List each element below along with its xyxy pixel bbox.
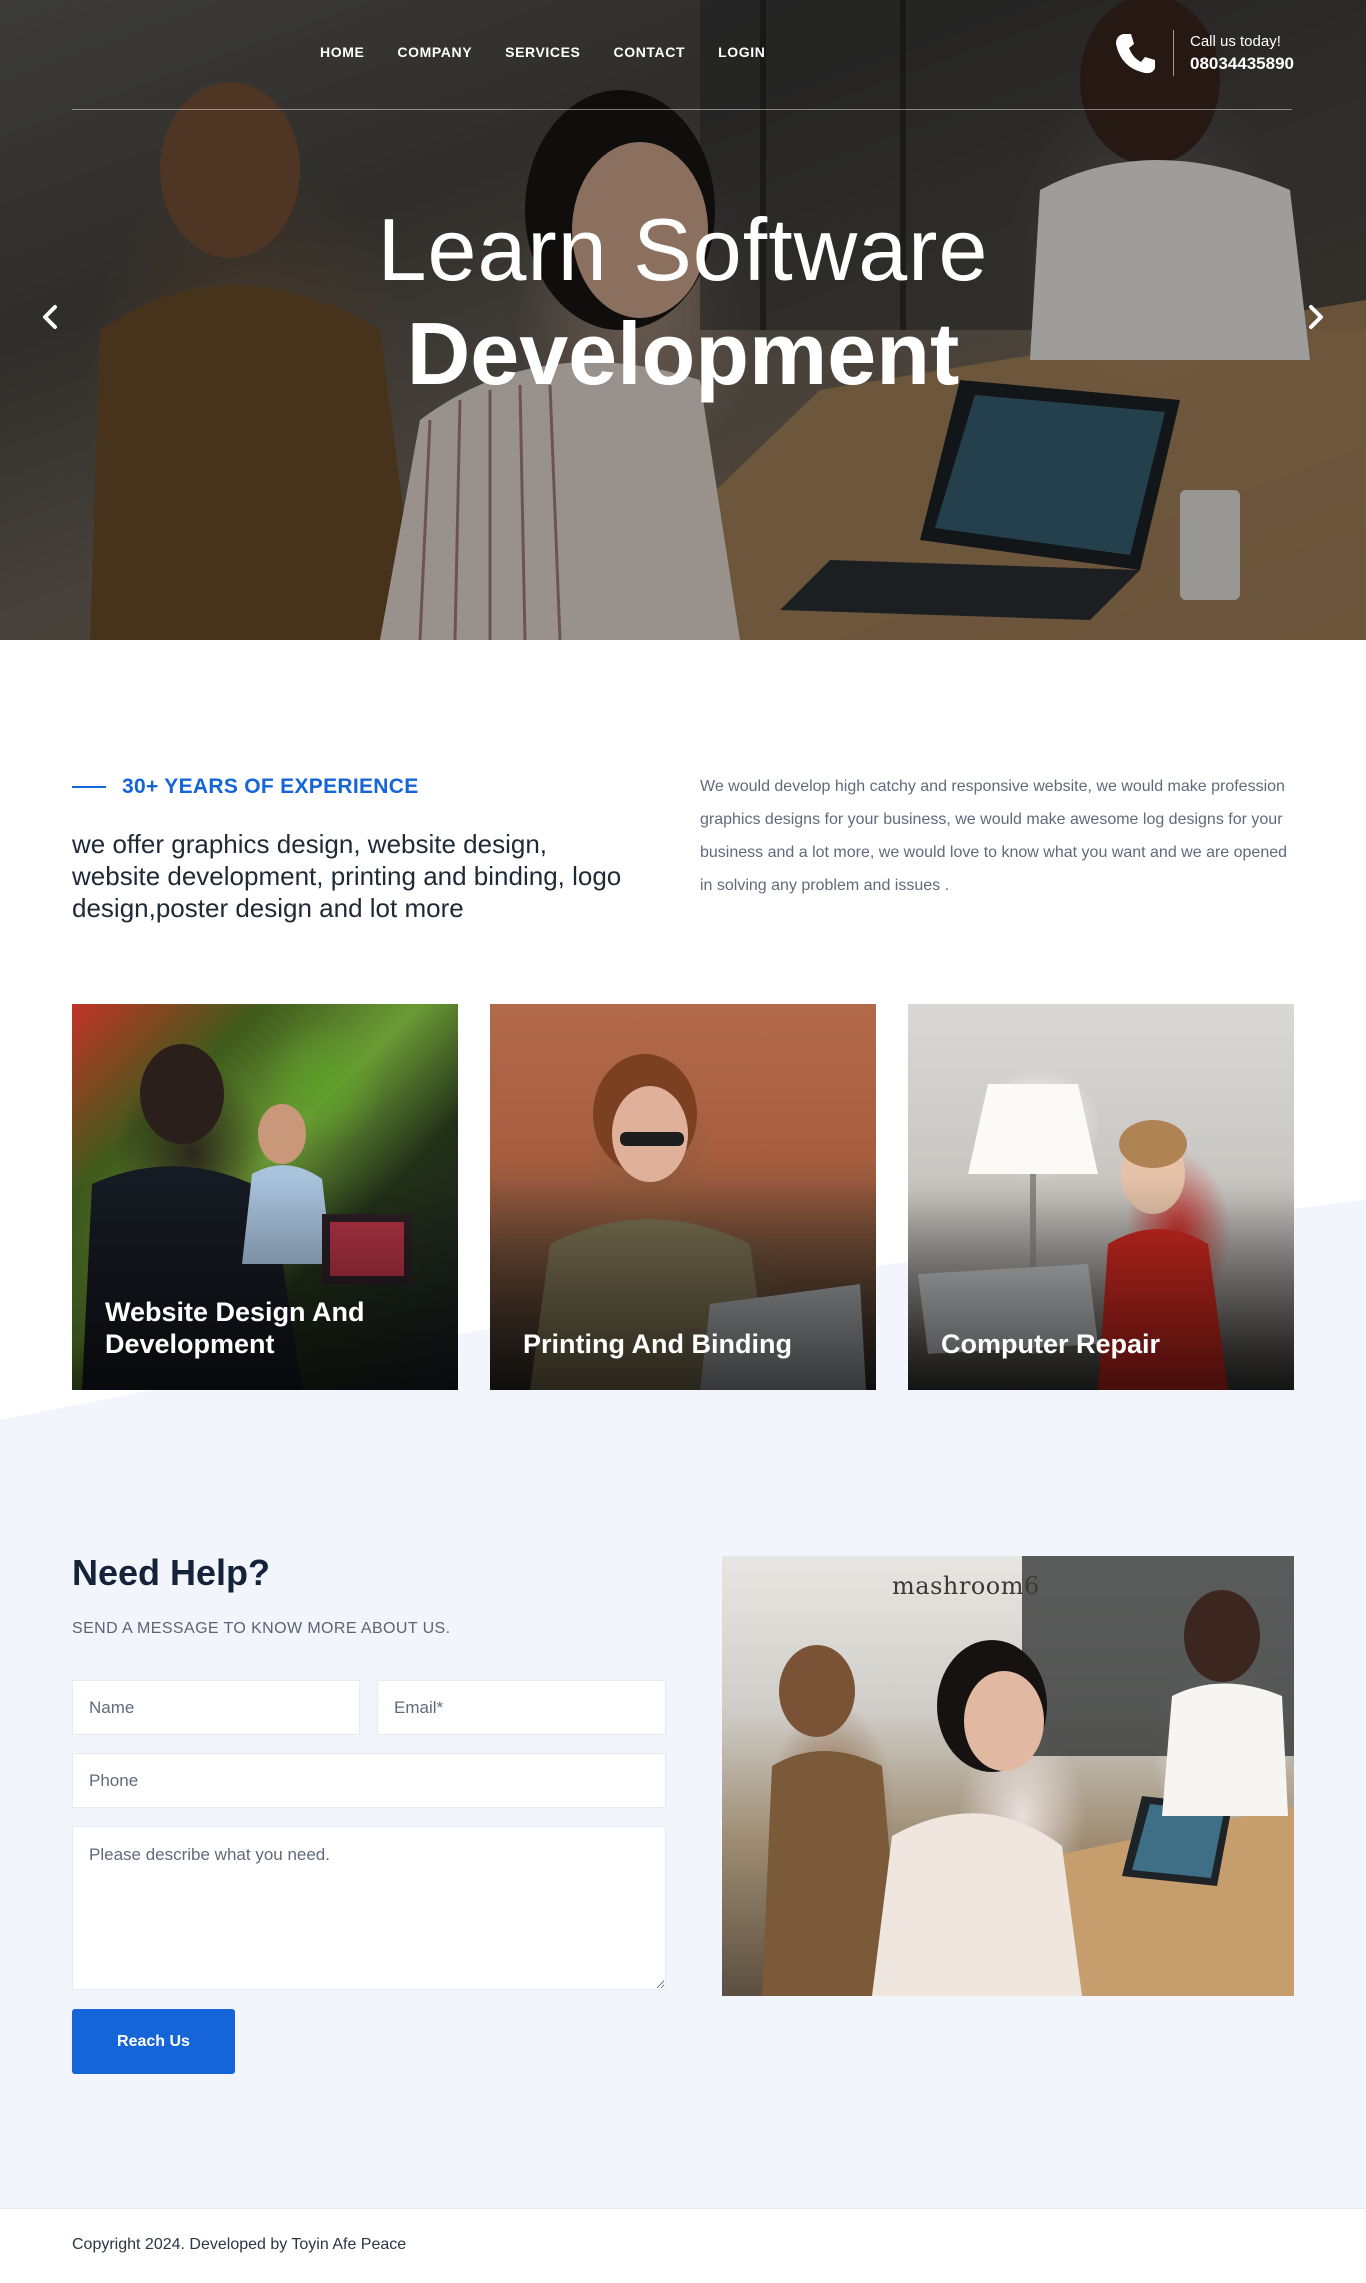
- office-sign: mashroom6: [892, 1572, 1040, 1600]
- experience-label: 30+ YEARS OF EXPERIENCE: [122, 775, 419, 798]
- service-card-title: Website Design And Development: [105, 1297, 365, 1359]
- nav-divider: [72, 109, 1292, 110]
- hero-title-line1: Learn Software: [377, 200, 989, 299]
- eyebrow-dash: [72, 786, 106, 788]
- call-divider: [1172, 30, 1174, 76]
- nav-contact[interactable]: CONTACT: [614, 44, 686, 60]
- message-textarea[interactable]: [72, 1826, 666, 1990]
- chevron-left-icon[interactable]: [36, 302, 66, 332]
- service-card-web-design[interactable]: Website Design And Development: [72, 1004, 458, 1390]
- nav-company[interactable]: COMPANY: [397, 44, 472, 60]
- office-photo-illustration: [762, 1556, 1294, 1996]
- nav-login[interactable]: LOGIN: [718, 44, 765, 60]
- office-photo: mashroom6: [722, 1556, 1294, 1996]
- call-label: Call us today!: [1189, 32, 1281, 50]
- name-input[interactable]: [72, 1680, 360, 1735]
- call-number[interactable]: 08034435890: [1190, 54, 1294, 74]
- call-us-block[interactable]: Call us today! 08034435890: [1113, 30, 1294, 76]
- hero-banner: HOME COMPANY SERVICES CONTACT LOGIN Call…: [0, 0, 1366, 640]
- phone-input[interactable]: [72, 1753, 666, 1808]
- need-help-subtitle: SEND A MESSAGE TO KNOW MORE ABOUT US.: [72, 1620, 451, 1637]
- service-card-title: Printing And Binding: [523, 1329, 792, 1359]
- email-input[interactable]: [377, 1680, 666, 1735]
- nav-home[interactable]: HOME: [320, 44, 364, 60]
- footer: Copyright 2024. Developed by Toyin Afe P…: [0, 2208, 1366, 2283]
- footer-copyright: Copyright 2024. Developed by Toyin Afe P…: [72, 2236, 407, 2253]
- chevron-right-icon[interactable]: [1300, 302, 1330, 332]
- hero-title-line2: Development: [406, 304, 960, 403]
- service-card-computer-repair[interactable]: Computer Repair: [908, 1004, 1294, 1390]
- top-navigation: HOME COMPANY SERVICES CONTACT LOGIN Call…: [0, 0, 1366, 110]
- intro-body: We would develop high catchy and respons…: [700, 778, 1288, 894]
- intro-lead: we offer graphics design, website design…: [72, 829, 622, 923]
- need-help-title: Need Help?: [72, 1552, 271, 1593]
- call-text: Call us today! 08034435890: [1190, 33, 1294, 74]
- nav-services[interactable]: SERVICES: [505, 44, 580, 60]
- service-card-title: Computer Repair: [941, 1329, 1161, 1359]
- phone-icon: [1115, 34, 1155, 74]
- reach-us-button[interactable]: Reach Us: [72, 2009, 235, 2074]
- experience-eyebrow: 30+ YEARS OF EXPERIENCE: [72, 775, 419, 799]
- service-cards: Website Design And Development Printing …: [72, 1004, 1294, 1390]
- nav-links: HOME COMPANY SERVICES CONTACT LOGIN: [320, 44, 765, 60]
- service-card-printing[interactable]: Printing And Binding: [490, 1004, 876, 1390]
- hero-title: Learn Software Development: [0, 200, 1366, 408]
